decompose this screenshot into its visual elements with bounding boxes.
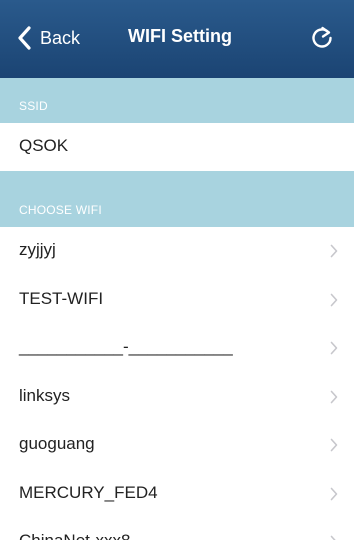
wifi-network-name: TEST-WIFI — [19, 288, 104, 308]
chevron-right-icon — [330, 535, 336, 540]
chevron-right-icon — [330, 390, 338, 403]
chevron-right-icon — [330, 487, 338, 500]
wifi-network-name: MERCURY_FED4 — [19, 482, 158, 502]
choose-wifi-section-header: CHOOSE WIFI — [0, 171, 354, 227]
chevron-right-icon — [330, 341, 338, 355]
navigation-bar: Back WIFI Setting — [0, 0, 354, 78]
wifi-network-item[interactable]: guoguang — [0, 421, 354, 470]
wifi-network-name: ChinaNet-xxx8 — [19, 531, 131, 540]
ssid-value: QSOK — [19, 136, 69, 155]
choose-wifi-header-label: CHOOSE WIFI — [19, 203, 102, 217]
wifi-network-item[interactable]: ___________-___________ — [0, 324, 354, 373]
ssid-header-label: SSID — [19, 99, 48, 113]
wifi-network-item[interactable]: TEST-WIFI — [0, 275, 354, 324]
wifi-network-name: linksys — [19, 385, 71, 405]
wifi-network-item[interactable]: ChinaNet-xxx8 — [0, 518, 354, 540]
wifi-network-name: ___________-___________ — [19, 337, 233, 356]
ssid-section-header: SSID — [0, 78, 354, 123]
wifi-network-name: guoguang — [19, 434, 95, 453]
chevron-right-icon — [330, 293, 338, 306]
ssid-field[interactable]: QSOK — [0, 123, 354, 171]
wifi-network-item[interactable]: zyjjyj — [0, 227, 354, 276]
page-title: WIFI Setting — [128, 26, 232, 46]
wifi-network-list: zyjjyj TEST-WIFI ___________-___________… — [0, 227, 354, 540]
chevron-right-icon — [330, 438, 338, 452]
chevron-right-icon — [330, 244, 338, 258]
wifi-network-item[interactable]: MERCURY_FED4 — [0, 469, 354, 518]
wifi-network-item[interactable]: linksys — [0, 372, 354, 421]
refresh-icon[interactable] — [308, 24, 336, 52]
wifi-network-name: zyjjyj — [19, 240, 56, 259]
